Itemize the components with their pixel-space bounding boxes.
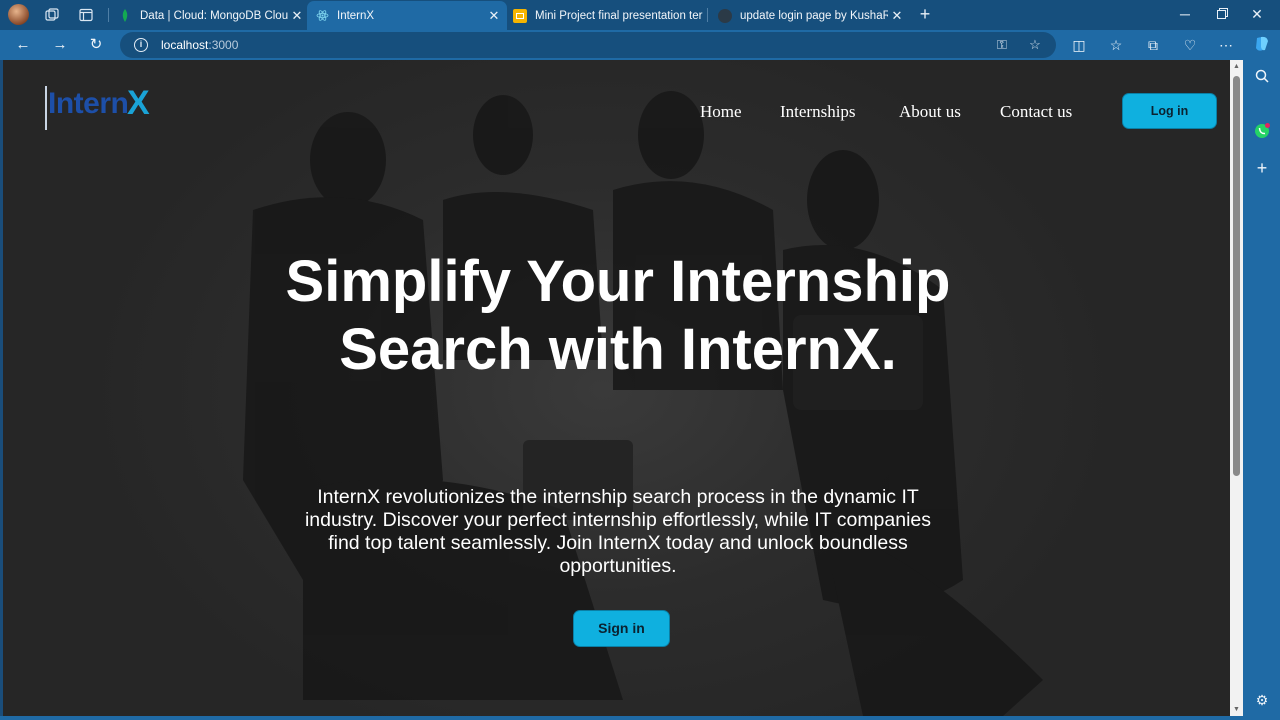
profile-avatar[interactable] (8, 4, 29, 25)
logo-bar (45, 86, 47, 130)
url-port: :3000 (208, 38, 239, 52)
add-sidebar-app-icon[interactable]: + (1252, 158, 1272, 178)
url-host: localhost (161, 38, 209, 52)
hero-description: InternX revolutionizes the internship se… (304, 486, 932, 577)
tab-slides[interactable]: Mini Project final presentation ter (505, 1, 705, 30)
nav-internships[interactable]: Internships (780, 102, 856, 122)
react-icon (315, 9, 329, 23)
signin-button[interactable]: Sign in (573, 610, 670, 647)
browser-essentials-icon[interactable]: ♡ (1180, 35, 1200, 55)
page-viewport: Intern X Home Internships About us Conta… (3, 60, 1230, 716)
tab-internx[interactable]: InternX ✕ (307, 1, 507, 30)
hero-title: Simplify Your Internship Search with Int… (285, 249, 951, 382)
settings-more-icon[interactable]: ⋯ (1216, 35, 1236, 55)
tab-separator (707, 8, 708, 22)
tab-mongodb[interactable]: Data | Cloud: MongoDB Cloud ✕ (110, 1, 310, 30)
tab-title: Data | Cloud: MongoDB Cloud (140, 9, 288, 22)
slides-icon (513, 8, 527, 23)
workspaces-icon[interactable] (42, 5, 62, 25)
minimize-icon[interactable]: ─ (1175, 4, 1195, 24)
browser-sidebar: + ⚙ (1243, 60, 1280, 720)
favorite-star-icon[interactable]: ☆ (1026, 36, 1044, 54)
favorites-icon[interactable]: ☆ (1106, 35, 1126, 55)
whatsapp-icon[interactable] (1252, 122, 1272, 142)
collections-icon[interactable]: ⧉ (1143, 35, 1163, 55)
back-arrow-icon[interactable]: ← (13, 35, 33, 55)
key-icon[interactable]: ⚿ (993, 36, 1011, 54)
nav-contact-us[interactable]: Contact us (1000, 102, 1072, 122)
github-icon (718, 8, 732, 23)
close-tab-icon[interactable]: ✕ (288, 8, 306, 24)
gear-icon[interactable]: ⚙ (1252, 690, 1272, 710)
logo-x: X (127, 84, 150, 122)
browser-toolbar: ← → ↻ i localhost:3000 ⚿ ☆ ◫ ☆ ⧉ ♡ ⋯ (0, 30, 1280, 60)
scroll-up-arrow-icon[interactable]: ▲ (1233, 63, 1240, 70)
close-window-icon[interactable]: ✕ (1247, 4, 1267, 24)
nav-about-us[interactable]: About us (899, 102, 961, 122)
browser-tab-bar: Data | Cloud: MongoDB Cloud ✕ InternX ✕ … (0, 0, 1280, 30)
logo-text: Intern (48, 87, 129, 120)
close-tab-icon[interactable]: ✕ (485, 8, 503, 24)
tab-title: update login page by KushaRa · P (740, 9, 888, 22)
window-bottom-edge (0, 716, 1243, 720)
tab-title: InternX (337, 9, 375, 22)
tab-github[interactable]: update login page by KushaRa · P ✕ (710, 1, 910, 30)
split-screen-icon[interactable]: ◫ (1069, 35, 1089, 55)
restore-icon[interactable] (1212, 4, 1232, 24)
new-tab-button[interactable]: + (915, 4, 935, 24)
close-tab-icon[interactable]: ✕ (888, 8, 906, 24)
copilot-icon[interactable] (1252, 35, 1272, 55)
internx-logo[interactable]: Intern X (45, 84, 170, 132)
url-text[interactable]: localhost:3000 (161, 38, 238, 52)
forward-arrow-icon[interactable]: → (50, 35, 70, 55)
search-icon[interactable] (1252, 68, 1272, 88)
tab-actions-icon[interactable] (76, 5, 96, 25)
refresh-icon[interactable]: ↻ (86, 35, 106, 55)
scrollbar-thumb[interactable] (1233, 76, 1240, 476)
tab-title: Mini Project final presentation ter (535, 9, 703, 22)
mongodb-leaf-icon (118, 9, 132, 23)
address-bar[interactable]: i localhost:3000 ⚿ ☆ (120, 32, 1056, 58)
nav-home[interactable]: Home (700, 102, 742, 122)
page-scrollbar[interactable]: ▲ ▼ (1230, 60, 1243, 716)
site-info-icon[interactable]: i (134, 38, 148, 52)
login-button[interactable]: Log in (1122, 93, 1217, 129)
scroll-down-arrow-icon[interactable]: ▼ (1233, 706, 1240, 713)
tab-separator (108, 8, 109, 22)
